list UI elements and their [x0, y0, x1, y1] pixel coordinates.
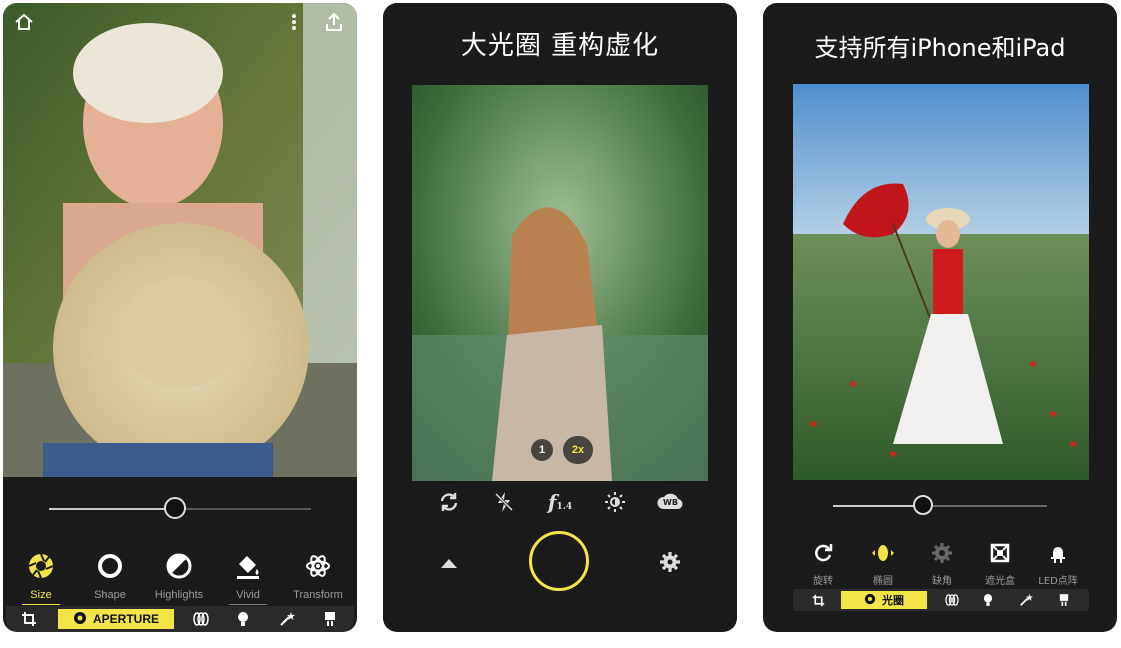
white-balance-label: WB [663, 498, 678, 507]
tool-shape[interactable]: Shape [75, 549, 145, 601]
tool-label: Size [30, 589, 52, 601]
zoom-1x-button[interactable]: 1 [531, 439, 553, 461]
magic-wand-icon[interactable] [1013, 589, 1039, 611]
lens-rings-icon[interactable] [186, 606, 216, 632]
rotate-icon [797, 539, 849, 567]
tool-vivid[interactable]: Vivid [213, 549, 283, 605]
bottom-toolbar: 光圈 [793, 589, 1089, 611]
screenshot-aperture-editor: Size Shape Highlights Vivid Transform AP… [3, 3, 357, 632]
highlights-icon [144, 549, 214, 583]
aperture-blades-icon [916, 539, 968, 567]
tool-size[interactable]: Size [6, 549, 76, 605]
aperture-f-label: f [547, 490, 557, 514]
photo-woman-with-red-flower [793, 84, 1089, 480]
flip-camera-icon[interactable] [429, 488, 469, 516]
aperture-slider-track[interactable] [833, 505, 1047, 507]
portrait-photo-woman-with-hat [3, 3, 357, 477]
settings-gear-icon[interactable] [657, 549, 683, 575]
led-icon[interactable] [315, 606, 345, 632]
zoom-2x-button[interactable]: 2x [563, 436, 593, 464]
magic-wand-icon[interactable] [272, 606, 302, 632]
home-icon[interactable] [11, 9, 37, 35]
tool-ellipse[interactable]: 椭圆 [857, 539, 909, 590]
lens-rings-icon[interactable] [939, 589, 965, 611]
lightbulb-icon[interactable] [228, 606, 258, 632]
screenshot-camera-bokeh: 大光圈 重构虚化 1 2x f 1.4 WB [383, 3, 737, 632]
led-icon [1032, 539, 1084, 567]
bottom-toolbar: APERTURE [6, 606, 354, 632]
aperture-slider-fill [833, 505, 923, 507]
expand-up-icon[interactable] [437, 551, 461, 575]
promo-title: 支持所有iPhone和iPad [814, 34, 1066, 62]
tool-underline [229, 604, 267, 605]
crop-icon[interactable] [14, 606, 44, 632]
crop-icon[interactable] [805, 589, 831, 611]
tool-label: 遮光盒 [985, 576, 1015, 587]
aperture-icon [6, 549, 76, 583]
tool-rotate[interactable]: 旋转 [797, 539, 849, 590]
aperture-mode-button[interactable]: APERTURE [58, 609, 174, 629]
aperture-mode-label: APERTURE [92, 612, 159, 626]
paint-bucket-icon [213, 549, 283, 583]
atom-icon [283, 549, 353, 583]
tool-label: 旋转 [813, 576, 833, 587]
ellipse-icon [857, 539, 909, 567]
white-balance-icon[interactable]: WB [650, 488, 690, 516]
aperture-small-icon [864, 593, 876, 608]
aperture-f-button[interactable]: f 1.4 [540, 488, 580, 516]
lightbulb-icon[interactable] [975, 589, 1001, 611]
zoom-label: 1 [538, 444, 546, 456]
tool-aperture-blades[interactable]: 缺角 [916, 539, 968, 587]
shutter-button[interactable] [529, 531, 589, 591]
tool-label: Vivid [236, 589, 260, 601]
circle-icon [75, 549, 145, 583]
tool-light-box[interactable]: 遮光盒 [974, 539, 1026, 590]
tool-transform[interactable]: Transform [283, 549, 353, 601]
flash-off-icon[interactable] [484, 488, 524, 516]
more-options-icon[interactable] [281, 9, 307, 35]
tool-label: Transform [293, 589, 343, 601]
tool-led[interactable]: LED点阵 [1032, 539, 1084, 590]
size-slider-fill [49, 508, 175, 510]
aperture-value: 1.4 [556, 502, 573, 512]
promo-title: 大光圈 重构虚化 [460, 31, 660, 61]
camera-preview-woman-in-forest [412, 85, 708, 481]
aperture-mode-button[interactable]: 光圈 [841, 591, 927, 609]
tool-label: Highlights [154, 589, 204, 601]
aperture-slider-knob[interactable] [912, 495, 933, 515]
aperture-small-icon [73, 611, 87, 628]
exposure-icon[interactable] [595, 488, 635, 516]
tool-label: 缺角 [932, 576, 952, 587]
screenshot-ipad-editor: 支持所有iPhone和iPad 旋转 椭圆 缺角 遮光盒 LED点阵 光圈 [763, 3, 1117, 632]
size-slider-knob[interactable] [163, 497, 186, 519]
zoom-label: 2x [571, 444, 585, 456]
tool-label: Shape [94, 589, 126, 601]
led-icon[interactable] [1051, 589, 1077, 611]
aperture-mode-label: 光圈 [882, 595, 904, 607]
tool-label: LED点阵 [1038, 576, 1078, 587]
light-box-icon [974, 539, 1026, 567]
tool-label: 椭圆 [873, 576, 893, 587]
share-icon[interactable] [321, 9, 347, 35]
tool-highlights[interactable]: Highlights [144, 549, 214, 601]
active-underline [22, 604, 60, 605]
